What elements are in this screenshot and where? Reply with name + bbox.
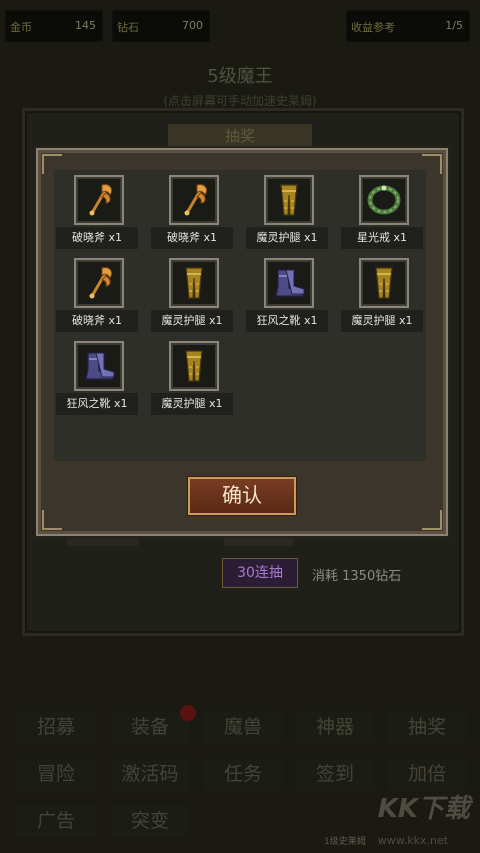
menu-mutation-button[interactable]: 突变 [111, 805, 189, 837]
item-slot [169, 175, 219, 225]
reward-item[interactable]: 星光戒 x1 [341, 175, 423, 253]
item-label: 狂风之靴 x1 [246, 310, 328, 332]
income-label: 收益参考 [351, 21, 395, 34]
diamond-value: 700 [182, 19, 203, 32]
item-slot [74, 175, 124, 225]
menu-double-button[interactable]: 加倍 [388, 758, 466, 790]
item-label: 狂风之靴 x1 [56, 393, 138, 415]
item-slot [169, 258, 219, 308]
menu-beast-button[interactable]: 魔兽 [204, 711, 282, 743]
item-slot [359, 175, 409, 225]
gold-value: 145 [75, 19, 96, 32]
corner-ornament [422, 510, 442, 530]
item-label: 星光戒 x1 [341, 227, 423, 249]
menu-task-button[interactable]: 任务 [204, 758, 282, 790]
reward-item[interactable]: 破晓斧 x1 [56, 175, 138, 253]
top-bar: 金币 145 钻石 700 收益参考 1/5 [0, 10, 480, 42]
footer-note: 1级史莱姆 [324, 837, 366, 847]
item-slot [359, 258, 409, 308]
reward-item[interactable]: 狂风之靴 x1 [56, 341, 138, 419]
income-reference[interactable]: 收益参考 1/5 [346, 10, 470, 42]
page-indicator: 1/5 [445, 19, 463, 32]
gold-label: 金币 [10, 21, 32, 34]
menu-lottery-button[interactable]: 抽奖 [388, 711, 466, 743]
reward-item[interactable]: 魔灵护腿 x1 [151, 341, 233, 419]
diamond-counter: 钻石 700 [112, 10, 210, 42]
corner-ornament [42, 510, 62, 530]
menu-code-button[interactable]: 激活码 [111, 758, 189, 790]
gold-counter: 金币 145 [5, 10, 103, 42]
boss-subtitle: (点击屏幕可手动加速史莱姆) [163, 94, 317, 108]
item-slot [264, 175, 314, 225]
item-slot [74, 258, 124, 308]
draw-cost-text: 消耗 1350钻石 [312, 569, 402, 584]
item-slot [169, 341, 219, 391]
notification-dot [180, 705, 196, 721]
item-label: 破晓斧 x1 [56, 227, 138, 249]
reward-item[interactable]: 魔灵护腿 x1 [341, 258, 423, 336]
reward-item[interactable]: 魔灵护腿 x1 [151, 258, 233, 336]
menu-equipment-button[interactable]: 装备 [111, 711, 189, 743]
reward-item[interactable]: 魔灵护腿 x1 [246, 175, 328, 253]
menu-ad-button[interactable]: 广告 [17, 805, 95, 837]
lottery-tab[interactable]: 抽奖 [168, 124, 312, 148]
item-slot [74, 341, 124, 391]
item-label: 破晓斧 x1 [56, 310, 138, 332]
menu-adventure-button[interactable]: 冒险 [17, 758, 95, 790]
item-slot [264, 258, 314, 308]
diamond-label: 钻石 [117, 21, 139, 34]
item-label: 魔灵护腿 x1 [246, 227, 328, 249]
watermark-logo: KK下载 [377, 794, 470, 824]
reward-item[interactable]: 破晓斧 x1 [151, 175, 233, 253]
reward-item[interactable]: 狂风之靴 x1 [246, 258, 328, 336]
menu-signin-button[interactable]: 签到 [296, 758, 374, 790]
item-label: 破晓斧 x1 [151, 227, 233, 249]
item-label: 魔灵护腿 x1 [151, 393, 233, 415]
item-label: 魔灵护腿 x1 [341, 310, 423, 332]
draw-30-button[interactable]: 30连抽 [222, 558, 298, 588]
boss-title: 5级魔王 [207, 66, 273, 87]
confirm-button[interactable]: 确认 [188, 477, 296, 515]
reward-item[interactable]: 破晓斧 x1 [56, 258, 138, 336]
item-label: 魔灵护腿 x1 [151, 310, 233, 332]
menu-recruit-button[interactable]: 招募 [17, 711, 95, 743]
watermark-url: www.kkx.net [377, 834, 448, 847]
menu-artifact-button[interactable]: 神器 [296, 711, 374, 743]
